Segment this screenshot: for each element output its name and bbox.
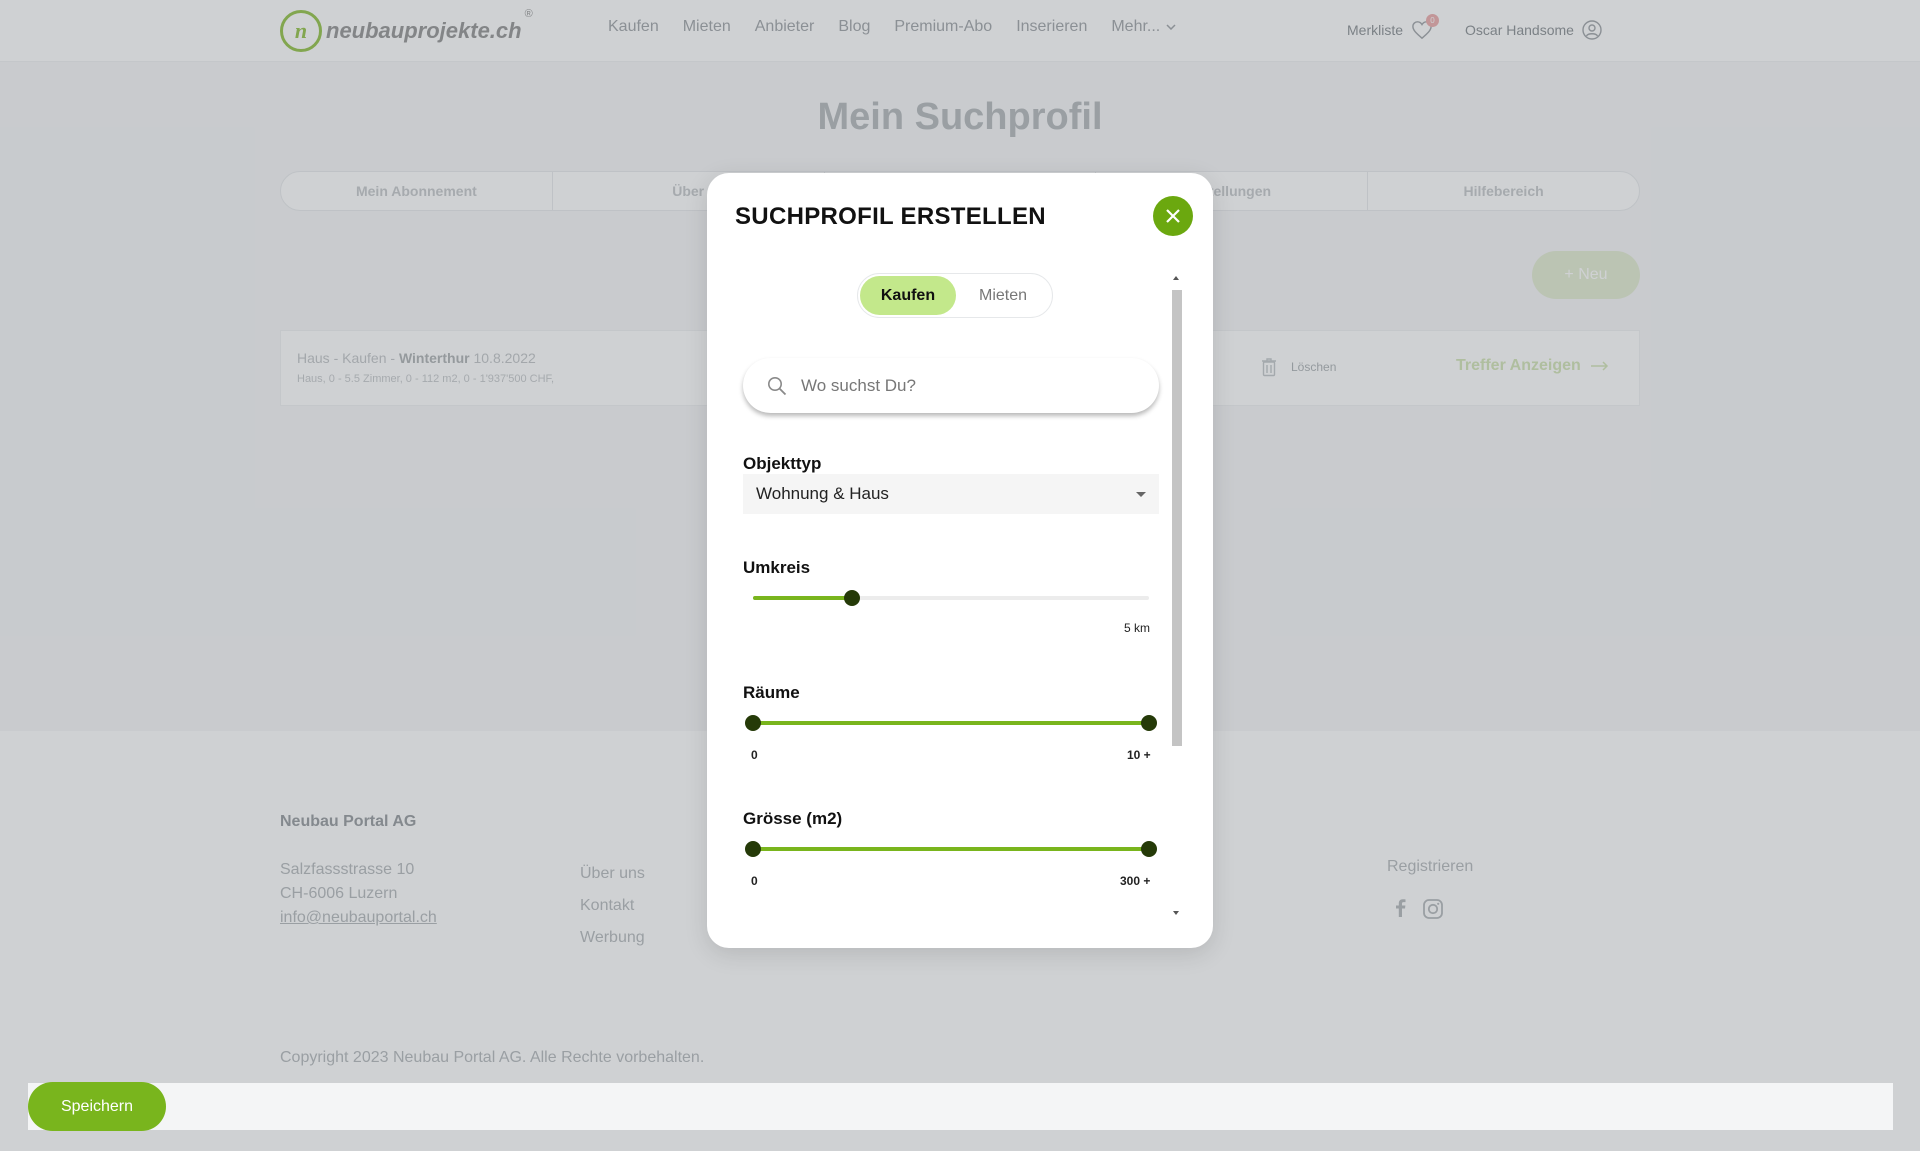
raeume-min-value: 0 (751, 748, 758, 762)
scrollbar-thumb[interactable] (1172, 290, 1182, 746)
raeume-slider (745, 713, 1157, 733)
scroll-up-arrow-icon[interactable] (1173, 276, 1179, 280)
groesse-min-value: 0 (751, 874, 758, 888)
umkreis-fill (753, 596, 852, 600)
save-button[interactable]: Speichern (28, 1082, 166, 1131)
groesse-label: Grösse (m2) (743, 809, 843, 828)
groesse-fill (753, 847, 1149, 851)
raeume-max-handle[interactable] (1141, 715, 1157, 731)
raeume-max-value: 10 + (1127, 748, 1151, 762)
raeume-label: Räume (743, 683, 800, 702)
close-icon (1166, 209, 1180, 223)
close-modal-button[interactable] (1153, 196, 1193, 236)
groesse-slider (745, 839, 1157, 859)
umkreis-handle[interactable] (844, 590, 860, 606)
create-search-profile-modal: SUCHPROFIL ERSTELLEN Kaufen Mieten Objek… (707, 173, 1213, 948)
scroll-down-arrow-icon[interactable] (1173, 911, 1179, 915)
location-search-input[interactable] (801, 375, 1121, 396)
umkreis-label: Umkreis (743, 558, 811, 577)
objekttyp-label: Objekttyp (743, 454, 822, 473)
modal-scrollbar[interactable] (1171, 276, 1183, 920)
umkreis-slider (753, 588, 1149, 608)
raeume-fill (753, 721, 1149, 725)
kaufen-mieten-toggle: Kaufen Mieten (857, 273, 1053, 318)
modal-title: SUCHPROFIL ERSTELLEN (735, 203, 1046, 230)
objekttyp-select[interactable]: Wohnung & Haus (743, 474, 1159, 514)
toggle-mieten[interactable]: Mieten (956, 276, 1050, 315)
umkreis-value: 5 km (1124, 621, 1151, 635)
raeume-min-handle[interactable] (745, 715, 761, 731)
groesse-max-value: 300 + (1120, 874, 1151, 888)
bottom-action-bar (28, 1083, 1893, 1130)
location-search (743, 358, 1159, 413)
groesse-max-handle[interactable] (1141, 841, 1157, 857)
caret-down-icon (1136, 491, 1146, 497)
toggle-kaufen[interactable]: Kaufen (860, 276, 956, 315)
search-icon (768, 376, 787, 395)
groesse-min-handle[interactable] (745, 841, 761, 857)
objekttyp-selected-value: Wohnung & Haus (756, 484, 889, 503)
